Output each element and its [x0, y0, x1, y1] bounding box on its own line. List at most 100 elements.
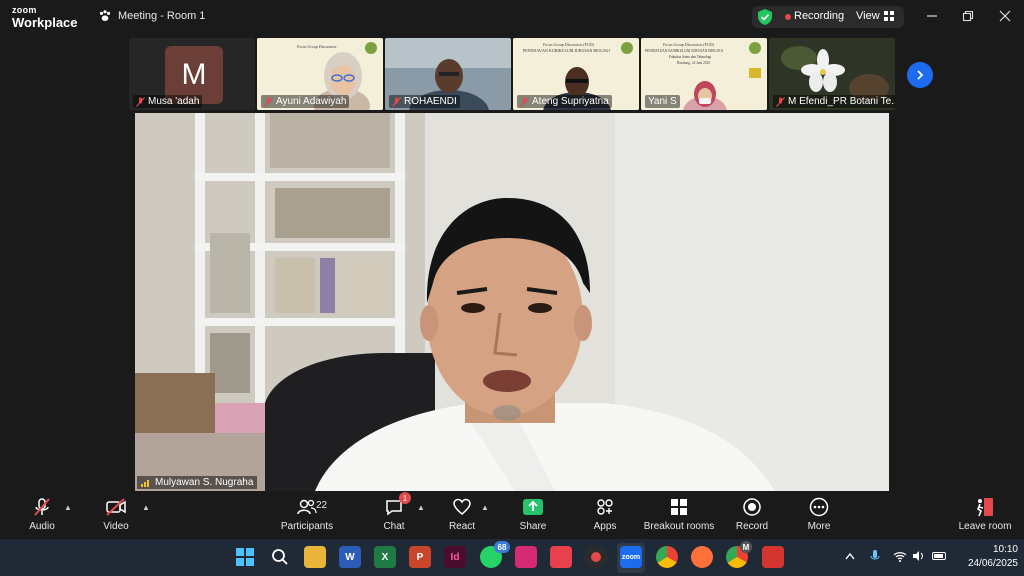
chrome-profile-icon[interactable]: M: [726, 541, 752, 568]
volume-icon[interactable]: [912, 549, 926, 563]
leave-door-icon: [977, 498, 993, 517]
clock-date: 24/06/2025: [967, 558, 1018, 569]
chrome-icon[interactable]: [656, 546, 678, 568]
view-label: View: [856, 10, 880, 22]
chat-button[interactable]: 1 Chat: [358, 492, 430, 532]
taskbar-search-button[interactable]: [269, 546, 291, 568]
mic-muted-icon: [520, 96, 529, 107]
breakout-rooms-button[interactable]: Breakout rooms: [640, 496, 718, 532]
microphone-tray-icon[interactable]: [868, 549, 882, 563]
slide-line-3: Fakultas Sains dan Teknologi: [669, 55, 711, 59]
audio-button[interactable]: Audio: [6, 496, 78, 532]
zoom-meeting-window: zoom Workplace Meeting - Room 1 Recordin…: [0, 0, 1024, 576]
next-page-button[interactable]: [907, 62, 933, 88]
zoom-taskbar-icon[interactable]: zoom: [620, 546, 642, 568]
minimize-icon: [927, 15, 937, 17]
tray-overflow-chevron-icon[interactable]: [843, 549, 857, 563]
paw-icon: [99, 10, 111, 21]
screen-recorder-icon[interactable]: [585, 546, 607, 568]
windows-start-button[interactable]: [234, 546, 256, 568]
brand-top: zoom: [12, 5, 37, 15]
chat-unread-badge: 1: [399, 492, 411, 504]
active-speaker-video[interactable]: Mulyawan S. Nugraha: [135, 113, 889, 491]
excel-icon[interactable]: X: [374, 546, 396, 568]
more-label: More: [807, 521, 831, 532]
more-dots-icon: [809, 497, 829, 517]
wifi-icon[interactable]: [893, 549, 907, 563]
indesign-icon[interactable]: Id: [444, 546, 466, 568]
slide-line-1: Focus Group Discussion (FGD): [663, 42, 715, 47]
slide-line-2: PENINJAUAN KURIKULUM JURUSAN BIOLOGI: [645, 49, 724, 53]
speaker-name-tag: Mulyawan S. Nugraha: [137, 476, 258, 489]
participant-tile[interactable]: Focus Group Discussion Ayuni Adawiyah: [257, 38, 383, 110]
react-button[interactable]: React: [426, 496, 498, 532]
share-button[interactable]: Share: [497, 496, 569, 532]
mic-muted-icon: [264, 96, 273, 107]
battery-icon[interactable]: [932, 549, 946, 563]
zoom-workplace-logo: zoom Workplace: [12, 5, 78, 30]
chrome-profile-badge: M: [740, 541, 752, 553]
video-button[interactable]: Video: [80, 496, 152, 532]
participant-name: Ateng Supriyatna: [532, 96, 609, 107]
participant-name: Musa 'adah: [148, 96, 200, 107]
meeting-title-area[interactable]: Meeting - Room 1: [98, 9, 205, 23]
recording-status[interactable]: Recording View: [752, 6, 904, 28]
participant-name-tag: Ateng Supriyatna: [517, 95, 612, 108]
participants-button[interactable]: 22 Participants: [271, 496, 343, 532]
mic-muted-icon: [776, 96, 785, 107]
participant-tile[interactable]: Focus Group Discussion (FGD) PENINJAUAN …: [641, 38, 767, 110]
record-button[interactable]: Record: [716, 496, 788, 532]
recording-dot-icon: [785, 14, 791, 20]
system-clock[interactable]: 10:10 24/06/2025: [958, 543, 1018, 571]
recording-label: Recording: [794, 10, 845, 22]
mic-muted-icon: [136, 96, 145, 107]
word-icon[interactable]: W: [339, 546, 361, 568]
svg-text:Focus Group Discussion: Focus Group Discussion: [297, 44, 336, 49]
participant-name: ROHAENDI: [404, 96, 457, 107]
svg-text:Focus Group Discussion (FGD): Focus Group Discussion (FGD): [543, 42, 595, 47]
windows-logo-icon: [236, 548, 254, 566]
share-screen-icon: [523, 499, 543, 515]
mendeley-icon[interactable]: [550, 546, 572, 568]
meeting-toolbar: Audio ▲ Video ▲ 22 Participants 1 Chat ▲…: [0, 491, 1024, 539]
leave-room-button[interactable]: Leave room: [948, 496, 1022, 532]
participant-name-tag: ROHAENDI: [389, 95, 460, 108]
close-icon: [999, 10, 1011, 22]
acrobat-icon[interactable]: [762, 546, 784, 568]
record-icon: [743, 498, 761, 516]
close-button[interactable]: [997, 8, 1013, 24]
chat-options-chevron-icon[interactable]: ▲: [417, 503, 425, 512]
share-label: Share: [519, 521, 547, 532]
participant-name-tag: Yani S: [645, 95, 680, 108]
whatsapp-icon[interactable]: 68: [480, 541, 510, 568]
participant-tile[interactable]: Focus Group Discussion (FGD) PENINJAUAN …: [513, 38, 639, 110]
more-button[interactable]: More: [783, 496, 855, 532]
speaker-name: Mulyawan S. Nugraha: [155, 477, 254, 488]
breakout-rooms-label: Breakout rooms: [643, 521, 715, 532]
minimize-button[interactable]: [924, 8, 940, 24]
whatsapp-badge: 68: [494, 541, 510, 553]
record-label: Record: [735, 521, 769, 532]
participants-icon: [297, 499, 317, 515]
participant-name-tag: Musa 'adah: [133, 95, 203, 108]
participant-name-tag: Ayuni Adawiyah: [261, 95, 350, 108]
audio-options-chevron-icon[interactable]: ▲: [64, 503, 72, 512]
video-options-chevron-icon[interactable]: ▲: [142, 503, 150, 512]
firefox-icon[interactable]: [691, 546, 713, 568]
svg-text:PENINJAUAN KURIKULUM JURUSAN B: PENINJAUAN KURIKULUM JURUSAN BIOLOGI: [523, 48, 610, 53]
apps-button[interactable]: Apps: [569, 496, 641, 532]
powerpoint-icon[interactable]: P: [409, 546, 431, 568]
view-button[interactable]: View: [856, 10, 894, 22]
brand-bottom: Workplace: [12, 15, 78, 30]
participant-tile[interactable]: ROHAENDI: [385, 38, 511, 110]
participant-tile[interactable]: M Musa 'adah: [129, 38, 255, 110]
file-explorer-icon[interactable]: [304, 546, 326, 568]
react-options-chevron-icon[interactable]: ▲: [481, 503, 489, 512]
breakout-rooms-icon: [671, 499, 687, 515]
restore-button[interactable]: [960, 8, 976, 24]
mic-muted-icon: [34, 498, 50, 516]
instagram-icon[interactable]: [515, 546, 537, 568]
participant-tile[interactable]: M Efendi_PR Botani Te...: [769, 38, 895, 110]
audio-label: Audio: [29, 521, 55, 532]
participants-count: 22: [316, 500, 328, 511]
